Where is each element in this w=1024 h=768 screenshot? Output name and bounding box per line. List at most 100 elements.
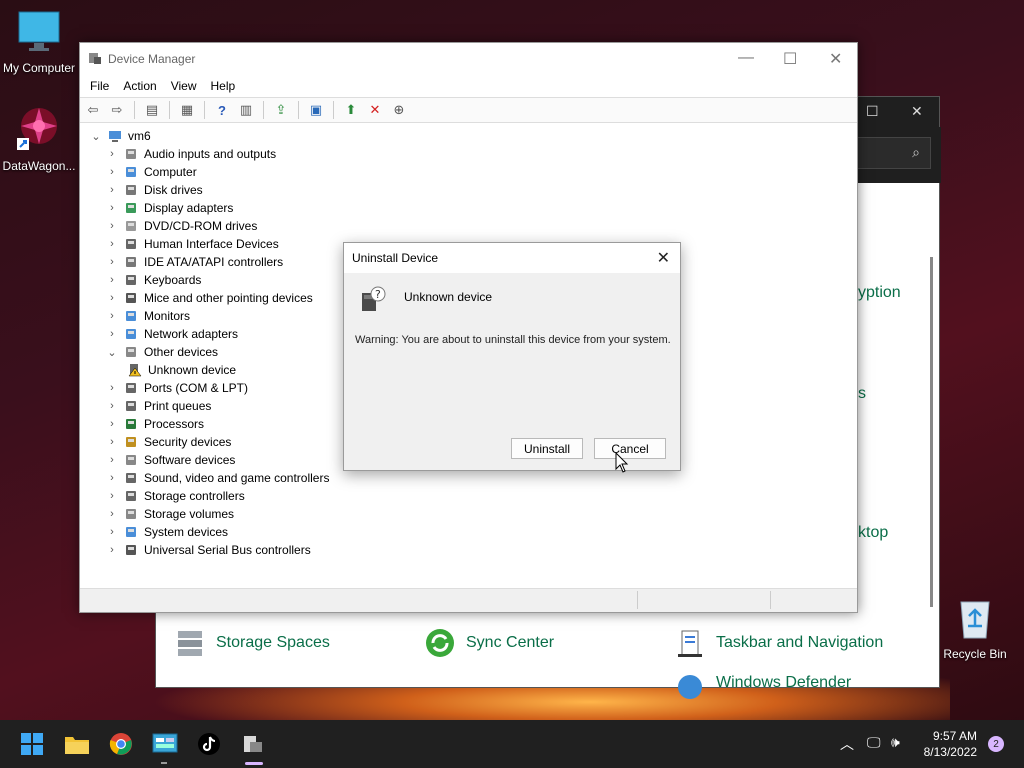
back-arrow-icon[interactable]: ⇦ (84, 101, 102, 119)
tree-root[interactable]: ⌄ vm6 (88, 127, 857, 145)
action-pane-icon[interactable]: ▥ (237, 101, 255, 119)
desktop-icon-recycle-bin[interactable]: Recycle Bin (933, 596, 1017, 661)
chevron-right-icon[interactable]: › (104, 382, 120, 394)
chevron-right-icon[interactable]: › (104, 454, 120, 466)
uninstall-device-dialog[interactable]: Uninstall Device ✕ ? Unknown device Warn… (343, 242, 681, 471)
chevron-right-icon[interactable]: › (104, 400, 120, 412)
software-icon (124, 453, 140, 467)
tree-category-row[interactable]: › Disk drives (88, 181, 857, 199)
tree-category-row[interactable]: › Sound, video and game controllers (88, 469, 857, 487)
scan-hardware-icon[interactable]: ▣ (307, 101, 325, 119)
control-panel-item-storage-spaces[interactable]: Storage Spaces (174, 627, 330, 659)
close-icon[interactable]: ✕ (657, 248, 670, 268)
file-explorer-button[interactable] (63, 730, 91, 758)
tree-category-row[interactable]: › System devices (88, 523, 857, 541)
chevron-right-icon[interactable]: › (104, 418, 120, 430)
chevron-right-icon[interactable]: › (104, 526, 120, 538)
chevron-down-icon[interactable]: ⌄ (88, 130, 104, 143)
chevron-right-icon[interactable]: › (104, 184, 120, 196)
unknown-device-icon: ? (358, 285, 386, 316)
control-panel-partial-item[interactable]: yption (858, 284, 901, 302)
device-manager-taskbar-button[interactable] (239, 730, 267, 758)
processor-icon (124, 417, 140, 431)
tiktok-icon (198, 733, 220, 755)
tree-category-row[interactable]: › Audio inputs and outputs (88, 145, 857, 163)
uninstall-button[interactable]: Uninstall (511, 438, 583, 459)
chrome-button[interactable] (107, 730, 135, 758)
folder-icon (65, 737, 89, 754)
system-clock[interactable]: 9:57 AM 8/13/2022 (924, 728, 977, 760)
cancel-button[interactable]: Cancel (594, 438, 666, 459)
maximize-icon[interactable]: ☐ (866, 103, 879, 120)
show-hide-console-tree-icon[interactable]: ▤ (143, 101, 161, 119)
forward-arrow-icon[interactable]: ⇨ (108, 101, 126, 119)
close-icon[interactable]: ✕ (829, 49, 842, 69)
window-title: Device Manager (108, 52, 196, 66)
menu-file[interactable]: File (90, 79, 109, 93)
help-icon[interactable]: ? (213, 101, 231, 119)
desktop-icon-my-computer[interactable]: My Computer (0, 10, 81, 75)
properties-icon[interactable]: ▦ (178, 101, 196, 119)
control-panel-partial-item[interactable]: ktop (858, 524, 888, 542)
chevron-right-icon[interactable]: › (104, 256, 120, 268)
volume-icon[interactable]: 🕪 (891, 734, 900, 751)
tiktok-button[interactable] (195, 730, 223, 758)
chevron-right-icon[interactable]: › (104, 148, 120, 160)
tree-root-label: vm6 (128, 129, 151, 143)
control-panel-partial-item[interactable]: s (858, 385, 866, 403)
minimize-icon[interactable]: — (738, 49, 754, 67)
tree-category-row[interactable]: › DVD/CD-ROM drives (88, 217, 857, 235)
download-circle-icon[interactable]: ⊕ (390, 101, 408, 119)
tree-row-label: Network adapters (144, 327, 239, 341)
chevron-right-icon[interactable]: › (104, 472, 120, 484)
tree-row-label: System devices (144, 525, 229, 539)
menu-help[interactable]: Help (211, 79, 236, 93)
control-panel-taskbar-button[interactable] (151, 730, 179, 758)
close-icon[interactable]: ✕ (911, 103, 923, 120)
chevron-right-icon[interactable]: › (104, 436, 120, 448)
taskbar: ︿ 🖵 🕪 9:57 AM 8/13/2022 2 (0, 720, 1024, 768)
active-indicator (245, 762, 263, 765)
network-icon[interactable]: 🖵 (867, 734, 881, 751)
menu-view[interactable]: View (171, 79, 197, 93)
control-panel-item-windows-defender[interactable]: Windows Defender (674, 667, 851, 699)
uninstall-x-icon[interactable]: ✕ (366, 101, 384, 119)
tree-row-label: Processors (144, 417, 205, 431)
control-panel-item-taskbar-navigation[interactable]: Taskbar and Navigation (674, 627, 883, 659)
chevron-right-icon[interactable]: › (104, 220, 120, 232)
dialog-device-name: Unknown device (404, 290, 493, 304)
chevron-right-icon[interactable]: › (104, 328, 120, 340)
tree-row-label: Print queues (144, 399, 212, 413)
chevron-up-icon[interactable]: ︿ (840, 734, 854, 754)
chevron-right-icon[interactable]: › (104, 292, 120, 304)
desktop-icon-datawagon[interactable]: DataWagon... (0, 104, 81, 173)
maximize-icon[interactable]: ☐ (783, 49, 797, 69)
menu-action[interactable]: Action (123, 79, 156, 93)
add-driver-icon[interactable]: ⬆ (342, 101, 360, 119)
update-driver-icon[interactable]: ⇪ (272, 101, 290, 119)
start-button[interactable] (18, 730, 46, 758)
tree-category-row[interactable]: › Storage volumes (88, 505, 857, 523)
chevron-right-icon[interactable]: › (104, 490, 120, 502)
chevron-right-icon[interactable]: › (104, 274, 120, 286)
computer-icon (124, 165, 140, 179)
menu-bar: File Action View Help (80, 75, 857, 97)
chevron-down-icon[interactable]: ⌄ (104, 346, 120, 359)
chevron-right-icon[interactable]: › (104, 508, 120, 520)
mouse-cursor-icon (615, 451, 629, 477)
chevron-right-icon[interactable]: › (104, 202, 120, 214)
tree-category-row[interactable]: › Storage controllers (88, 487, 857, 505)
notification-badge[interactable]: 2 (988, 736, 1004, 752)
tree-category-row[interactable]: › Display adapters (88, 199, 857, 217)
tree-category-row[interactable]: › Universal Serial Bus controllers (88, 541, 857, 559)
chevron-right-icon[interactable]: › (104, 310, 120, 322)
control-panel-item-sync-center[interactable]: Sync Center (424, 627, 554, 659)
clock-date: 8/13/2022 (923, 745, 977, 759)
tree-row-label: Mice and other pointing devices (144, 291, 313, 305)
chevron-right-icon[interactable]: › (104, 238, 120, 250)
chevron-right-icon[interactable]: › (104, 544, 120, 556)
tree-category-row[interactable]: › Computer (88, 163, 857, 181)
device-manager-app-icon (88, 51, 102, 68)
chevron-right-icon[interactable]: › (104, 166, 120, 178)
scrollbar[interactable] (930, 257, 933, 607)
